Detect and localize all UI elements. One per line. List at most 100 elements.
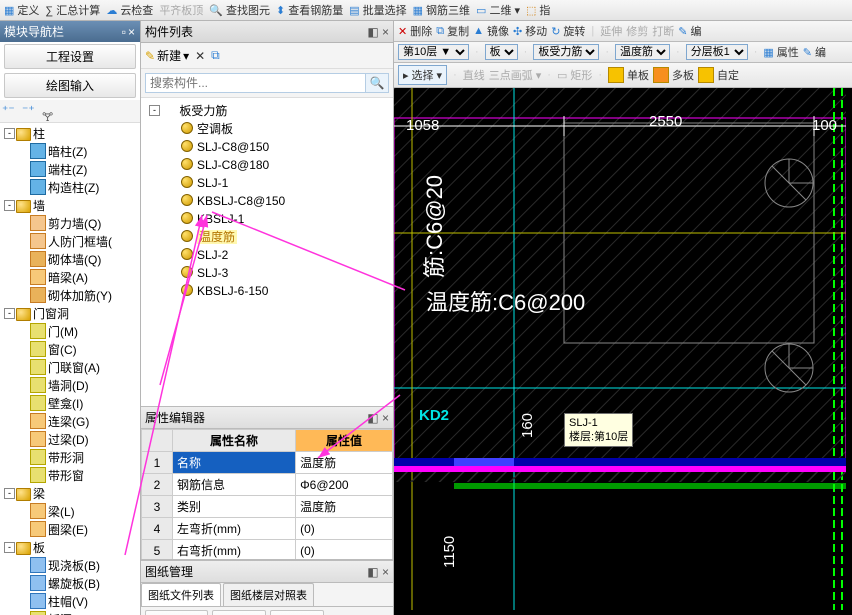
tb-3d[interactable]: ▦ 钢筋三维 <box>413 2 470 18</box>
tree-item-label[interactable]: 门(M) <box>48 325 78 339</box>
tb-batch[interactable]: ▤ 批量选择 <box>349 2 406 18</box>
tree-folder-label[interactable]: 柱 <box>33 127 45 141</box>
tree-item[interactable]: 壁龛(I) <box>30 395 138 413</box>
tree-item[interactable]: 带形窗 <box>30 467 138 485</box>
prop-row[interactable]: 3类别温度筋 <box>142 496 393 518</box>
component-label[interactable]: SLJ-1 <box>197 176 228 190</box>
prop-name[interactable]: 钢筋信息 <box>173 474 296 496</box>
tb-2d[interactable]: ▭ 二维 ▾ <box>476 2 520 18</box>
prop-value[interactable]: (0) <box>296 540 393 560</box>
tb-rebar[interactable]: ⬍ 查看钢筋量 <box>276 2 343 18</box>
floor-select[interactable]: 第10层 ▼ <box>398 44 469 60</box>
layer-select[interactable]: 板 <box>485 44 518 60</box>
tree-item[interactable]: 端柱(Z) <box>30 161 138 179</box>
tree-item[interactable]: 门(M) <box>30 323 138 341</box>
prop-name[interactable]: 类别 <box>173 496 296 518</box>
tree-item[interactable]: 螺旋板(B) <box>30 575 138 593</box>
component-item[interactable]: KBSLJ-1 <box>181 210 389 228</box>
copy-btn[interactable]: ⧉ 复制 <box>436 23 469 39</box>
tree-item-label[interactable]: 连梁(G) <box>48 415 89 429</box>
tree-item-label[interactable]: 砌体加筋(Y) <box>48 289 112 303</box>
property-btn[interactable]: ▦ 属性 <box>763 44 798 60</box>
nav-close-icon[interactable]: × <box>128 25 135 39</box>
tab-drawing-files[interactable]: 图纸文件列表 <box>141 583 221 606</box>
expand-icon[interactable]: ⁺⁻ <box>2 103 18 119</box>
tree-item-label[interactable]: 剪力墙(Q) <box>48 217 101 231</box>
nav-tree[interactable]: -柱暗柱(Z)端柱(Z)构造柱(Z)-墙剪力墙(Q)人防门框墙(砌体墙(Q)暗梁… <box>0 123 140 615</box>
move-btn[interactable]: ✣ 移动 <box>513 23 547 39</box>
project-settings-btn[interactable]: 工程设置 <box>4 44 136 69</box>
tree-folder-label[interactable]: 墙 <box>33 199 45 213</box>
tree-expand-icon[interactable]: - <box>4 128 15 139</box>
trim-btn[interactable]: 修剪 <box>626 23 648 39</box>
tree-item-label[interactable]: 墙洞(D) <box>48 379 89 393</box>
component-item[interactable]: SLJ-1 <box>181 174 389 192</box>
tree-item[interactable]: 现浇板(B) <box>30 557 138 575</box>
prop-value[interactable]: Φ6@200 <box>296 474 393 496</box>
component-label[interactable]: SLJ-C8@180 <box>197 158 269 172</box>
tree-item[interactable]: 窗(C) <box>30 341 138 359</box>
locate-drawing-btn[interactable]: 定位图纸 <box>270 610 324 615</box>
component-item[interactable]: SLJ-3 <box>181 264 389 282</box>
prop-value[interactable]: 温度筋 <box>296 496 393 518</box>
tree-folder-label[interactable]: 门窗洞 <box>33 307 69 321</box>
component-item[interactable]: KBSLJ-C8@150 <box>181 192 389 210</box>
tree-item-label[interactable]: 带形窗 <box>48 469 84 483</box>
component-item[interactable]: SLJ-2 <box>181 246 389 264</box>
edit-more-btn[interactable]: ✎ 编 <box>678 23 701 39</box>
break-btn[interactable]: 打断 <box>652 23 674 39</box>
extend-btn[interactable]: 延伸 <box>600 23 622 39</box>
tree-item[interactable]: 过梁(D) <box>30 431 138 449</box>
component-label[interactable]: KBSLJ-1 <box>197 212 244 226</box>
tree-item[interactable]: 柱帽(V) <box>30 593 138 611</box>
prop-close-icon[interactable]: × <box>382 411 389 425</box>
tree-item[interactable]: 砌体墙(Q) <box>30 251 138 269</box>
rebar-select[interactable]: 板受力筋 <box>533 44 599 60</box>
tree-folder[interactable]: -柱暗柱(Z)端柱(Z)构造柱(Z) <box>16 125 138 197</box>
rect-btn[interactable]: ▭ 矩形 <box>557 67 592 83</box>
line-btn[interactable]: 直线 <box>463 67 485 83</box>
prop-row[interactable]: 5右弯折(mm)(0) <box>142 540 393 560</box>
select-btn[interactable]: ▸ 选择 ▾ <box>398 65 447 85</box>
component-item[interactable]: 空调板 <box>181 120 389 138</box>
wdj-select[interactable]: 温度筋 <box>615 44 670 60</box>
prop-name[interactable]: 右弯折(mm) <box>173 540 296 560</box>
copy-component-btn[interactable]: ⧉ <box>211 48 220 63</box>
tree-item-label[interactable]: 螺旋板(B) <box>48 577 100 591</box>
tree-item-label[interactable]: 过梁(D) <box>48 433 89 447</box>
tb-more[interactable]: ⬚ 指 <box>526 2 550 18</box>
tree-item-label[interactable]: 人防门框墙( <box>48 235 112 249</box>
tree-item-label[interactable]: 门联窗(A) <box>48 361 100 375</box>
component-label[interactable]: SLJ-C8@150 <box>197 140 269 154</box>
tree-expand-icon[interactable]: - <box>4 308 15 319</box>
prop-value[interactable]: (0) <box>296 518 393 540</box>
new-component-btn[interactable]: ✎ 新建 ▾ <box>145 47 189 64</box>
tree-item-label[interactable]: 壁龛(I) <box>48 397 83 411</box>
add-drawing-btn[interactable]: 添加图纸 ▾ <box>145 610 208 615</box>
component-label[interactable]: KBSLJ-6-150 <box>197 284 268 298</box>
tree-folder[interactable]: -梁梁(L)圈梁(E) <box>16 485 138 539</box>
component-list-dock-icon[interactable]: ◧ × <box>367 25 389 39</box>
component-tree[interactable]: - 板受力筋空调板SLJ-C8@150SLJ-C8@180SLJ-1KBSLJ-… <box>141 98 393 406</box>
drawmgr-dock-icon[interactable]: ◧ <box>367 565 378 579</box>
tree-folder-label[interactable]: 梁 <box>33 487 45 501</box>
component-root[interactable]: - 板受力筋空调板SLJ-C8@150SLJ-C8@180SLJ-1KBSLJ-… <box>163 102 389 300</box>
component-search-input[interactable] <box>145 73 366 93</box>
tree-item-label[interactable]: 圈梁(E) <box>48 523 88 537</box>
tree-folder[interactable]: -墙剪力墙(Q)人防门框墙(砌体墙(Q)暗梁(A)砌体加筋(Y) <box>16 197 138 305</box>
tree-item[interactable]: 人防门框墙( <box>30 233 138 251</box>
component-label[interactable]: 温度筋 <box>197 230 237 244</box>
tree-item-label[interactable]: 砌体墙(Q) <box>48 253 101 267</box>
tree-item[interactable]: 板洞(N) <box>30 611 138 615</box>
rotate-btn[interactable]: ↻ 旋转 <box>551 23 585 39</box>
prop-row[interactable]: 2钢筋信息Φ6@200 <box>142 474 393 496</box>
tb-define[interactable]: ▦ 定义 <box>4 2 39 18</box>
nav-pin-icon[interactable]: ▫ <box>122 25 126 39</box>
tree-expand-icon[interactable]: - <box>4 200 15 211</box>
tree-folder[interactable]: -板现浇板(B)螺旋板(B)柱帽(V)板洞(N)板受力筋(S)板负筋(F)楼层板… <box>16 539 138 615</box>
prop-dock-icon[interactable]: ◧ <box>367 411 378 425</box>
tree-item-label[interactable]: 梁(L) <box>48 505 75 519</box>
property-table[interactable]: 属性名称 属性值 1名称温度筋2钢筋信息Φ6@2003类别温度筋4左弯折(mm)… <box>141 429 393 559</box>
component-item[interactable]: KBSLJ-6-150 <box>181 282 389 300</box>
tb-align[interactable]: 平齐板顶 <box>159 2 203 18</box>
